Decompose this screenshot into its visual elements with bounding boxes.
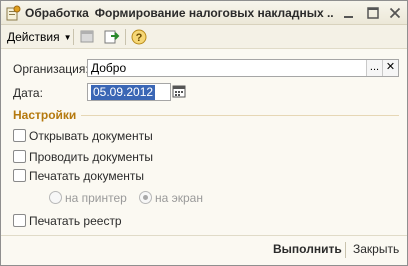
section-divider (81, 115, 399, 116)
maximize-icon (367, 7, 379, 19)
to-printer-label[interactable]: на принтер (65, 191, 127, 205)
toolbar: Действия ▼ ? (1, 25, 407, 49)
open-docs-label[interactable]: Открывать документы (29, 129, 153, 143)
date-value: 05.09.2012 (91, 85, 156, 100)
help-icon[interactable]: ? (130, 29, 148, 45)
window-title: Обработка Формирование налоговых накладны… (25, 5, 333, 21)
close-button[interactable]: Закрыть (353, 242, 399, 256)
close-window-button[interactable] (387, 5, 403, 21)
close-icon (389, 7, 401, 19)
minimize-button[interactable] (341, 5, 357, 21)
date-label: Дата: (13, 86, 43, 100)
export-icon[interactable] (103, 29, 121, 45)
org-field[interactable]: Добро ... ✕ (87, 59, 399, 77)
maximize-button[interactable] (365, 5, 381, 21)
to-screen-label[interactable]: на экран (155, 191, 203, 205)
window-title-part2: Формирование налоговых накладных ... (94, 6, 333, 20)
print-register-label[interactable]: Печатать реестр (29, 214, 122, 228)
org-select-button[interactable]: ... (366, 60, 382, 76)
date-field[interactable]: 05.09.2012 (87, 83, 171, 101)
open-docs-checkbox[interactable] (13, 129, 26, 142)
print-docs-checkbox[interactable] (13, 169, 26, 182)
toolbar-separator (73, 29, 74, 45)
footer-divider (1, 235, 407, 236)
window-title-part1: Обработка (25, 6, 89, 20)
to-screen-radio[interactable] (139, 191, 152, 204)
dropdown-caret-icon: ▼ (63, 33, 72, 42)
footer-separator (345, 242, 346, 258)
minimize-icon (344, 16, 353, 18)
print-register-checkbox[interactable] (13, 214, 26, 227)
org-label: Организация: (13, 62, 89, 76)
actions-menu-label: Действия (7, 30, 60, 44)
toolbar-separator (125, 29, 126, 45)
title-bar[interactable]: Обработка Формирование налоговых накладны… (1, 1, 407, 25)
actions-menu-button[interactable]: Действия ▼ (7, 29, 72, 45)
processing-app-icon (6, 5, 21, 21)
window-icon[interactable] (79, 29, 97, 45)
post-docs-checkbox[interactable] (13, 150, 26, 163)
run-button[interactable]: Выполнить (273, 242, 342, 256)
to-printer-radio[interactable] (49, 191, 62, 204)
org-value: Добро (91, 61, 127, 75)
clear-icon: ✕ (385, 61, 396, 73)
settings-section-title: Настройки (13, 108, 77, 122)
org-clear-button[interactable]: ✕ (382, 60, 398, 76)
print-docs-label[interactable]: Печатать документы (29, 169, 144, 183)
post-docs-label[interactable]: Проводить документы (29, 150, 153, 164)
calendar-icon[interactable] (172, 84, 186, 98)
ellipsis-icon: ... (369, 61, 380, 73)
dialog-window: Обработка Формирование налоговых накладны… (0, 0, 408, 266)
svg-text:?: ? (136, 32, 143, 44)
